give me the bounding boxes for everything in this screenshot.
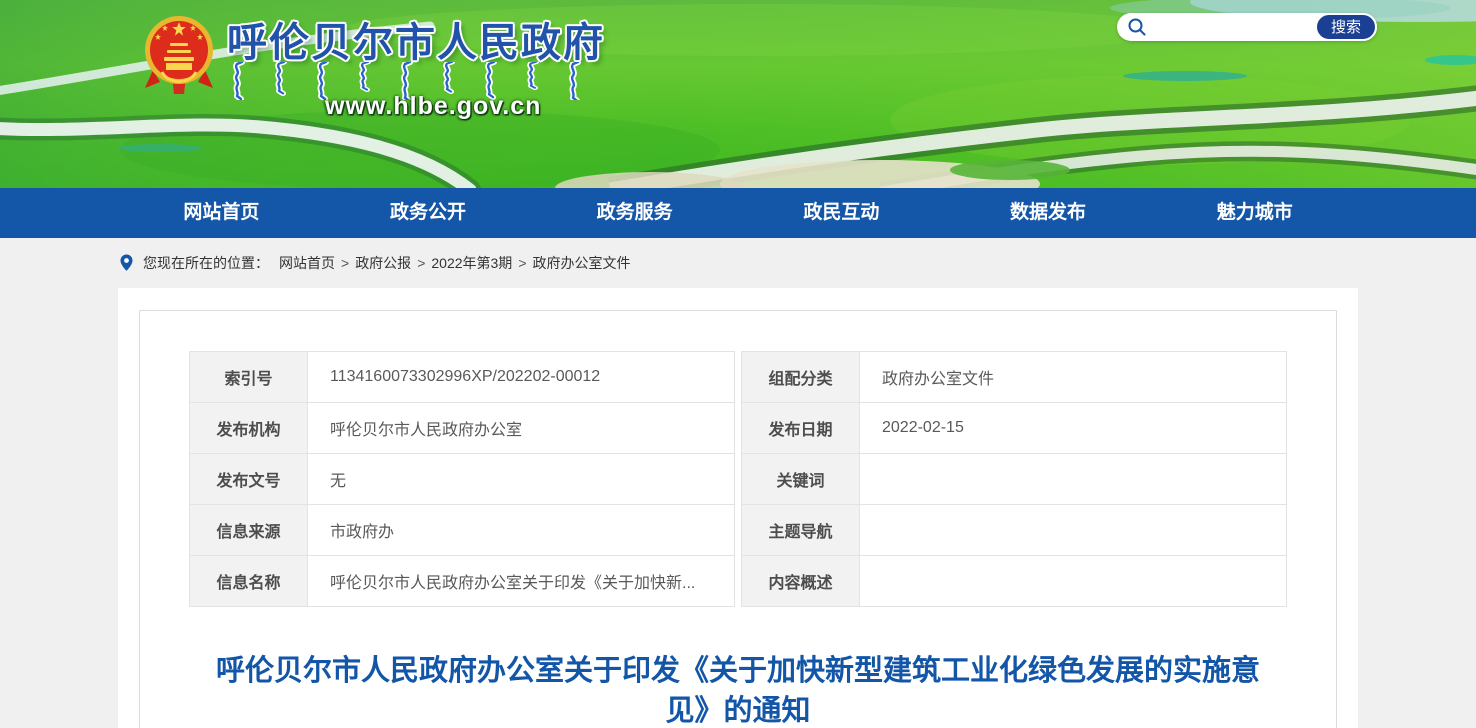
meta-label-document-number: 发布文号 — [190, 454, 308, 505]
metadata-table-left: 索引号 1134160073302996XP/202202-00012 发布机构… — [189, 351, 735, 607]
meta-value-content-summary — [860, 556, 1287, 607]
search-input[interactable] — [1147, 15, 1315, 39]
meta-label-topic-nav: 主题导航 — [742, 505, 860, 556]
meta-value-category: 政府办公室文件 — [860, 352, 1287, 403]
site-banner: 呼伦贝尔市人民政府 www.hlbe.gov.cn 搜索 — [0, 0, 1476, 188]
meta-label-index-number: 索引号 — [190, 352, 308, 403]
breadcrumb-link-issue[interactable]: 2022年第3期 — [431, 253, 512, 273]
breadcrumb-strip: 您现在所在的位置： 网站首页 > 政府公报 > 2022年第3期 > 政府办公室… — [0, 238, 1476, 288]
search-button[interactable]: 搜索 — [1315, 13, 1377, 41]
site-title: 呼伦贝尔市人民政府 — [227, 10, 605, 68]
nav-item-gov-disclosure[interactable]: 政务公开 — [325, 188, 532, 238]
metadata-table: 索引号 1134160073302996XP/202202-00012 发布机构… — [189, 351, 1287, 607]
nav-item-gov-services[interactable]: 政务服务 — [531, 188, 738, 238]
meta-value-publish-date: 2022-02-15 — [860, 403, 1287, 454]
table-row: 发布日期 2022-02-15 — [742, 403, 1287, 454]
nav-item-city-charm[interactable]: 魅力城市 — [1151, 188, 1358, 238]
meta-value-keywords — [860, 454, 1287, 505]
nav-item-home[interactable]: 网站首页 — [118, 188, 325, 238]
document-panel: 索引号 1134160073302996XP/202202-00012 发布机构… — [139, 310, 1337, 728]
breadcrumb-separator: > — [417, 255, 425, 271]
meta-label-publish-date: 发布日期 — [742, 403, 860, 454]
content-card: 索引号 1134160073302996XP/202202-00012 发布机构… — [118, 288, 1358, 728]
breadcrumb-link-category[interactable]: 政府办公室文件 — [533, 253, 631, 273]
national-emblem-icon — [143, 14, 215, 96]
meta-value-issuing-agency: 呼伦贝尔市人民政府办公室 — [308, 403, 735, 454]
site-logo-home-link[interactable]: 呼伦贝尔市人民政府 www.hlbe.gov.cn — [143, 10, 613, 120]
table-row: 信息名称 呼伦贝尔市人民政府办公室关于印发《关于加快新... — [190, 556, 735, 607]
nav-item-data-release[interactable]: 数据发布 — [945, 188, 1152, 238]
meta-label-content-summary: 内容概述 — [742, 556, 860, 607]
table-row: 组配分类 政府办公室文件 — [742, 352, 1287, 403]
table-row: 内容概述 — [742, 556, 1287, 607]
search-box: 搜索 — [1117, 13, 1377, 41]
meta-label-category: 组配分类 — [742, 352, 860, 403]
table-row: 发布文号 无 — [190, 454, 735, 505]
meta-value-info-source: 市政府办 — [308, 505, 735, 556]
breadcrumb-link-gazette[interactable]: 政府公报 — [355, 253, 411, 273]
location-pin-icon — [118, 252, 135, 274]
nav-item-public-interaction[interactable]: 政民互动 — [738, 188, 945, 238]
breadcrumb: 您现在所在的位置： 网站首页 > 政府公报 > 2022年第3期 > 政府办公室… — [118, 238, 1358, 288]
site-url: www.hlbe.gov.cn — [325, 92, 541, 121]
document-title: 呼伦贝尔市人民政府办公室关于印发《关于加快新型建筑工业化绿色发展的实施意见》的通… — [208, 651, 1268, 728]
meta-value-topic-nav — [860, 505, 1287, 556]
meta-value-index-number: 1134160073302996XP/202202-00012 — [308, 352, 735, 403]
breadcrumb-separator: > — [341, 255, 349, 271]
metadata-table-right: 组配分类 政府办公室文件 发布日期 2022-02-15 关键词 主题导航 内容… — [741, 351, 1287, 607]
table-row: 信息来源 市政府办 — [190, 505, 735, 556]
table-row: 发布机构 呼伦贝尔市人民政府办公室 — [190, 403, 735, 454]
table-row: 关键词 — [742, 454, 1287, 505]
meta-value-document-number: 无 — [308, 454, 735, 505]
search-icon — [1127, 17, 1147, 37]
meta-label-info-name: 信息名称 — [190, 556, 308, 607]
breadcrumb-separator: > — [518, 255, 526, 271]
meta-value-info-name: 呼伦贝尔市人民政府办公室关于印发《关于加快新... — [308, 556, 735, 607]
meta-label-info-source: 信息来源 — [190, 505, 308, 556]
breadcrumb-link-home[interactable]: 网站首页 — [279, 253, 335, 273]
table-row: 主题导航 — [742, 505, 1287, 556]
table-row: 索引号 1134160073302996XP/202202-00012 — [190, 352, 735, 403]
breadcrumb-prefix: 您现在所在的位置： — [143, 253, 269, 273]
main-nav: 网站首页 政务公开 政务服务 政民互动 数据发布 魅力城市 — [0, 188, 1476, 238]
meta-label-issuing-agency: 发布机构 — [190, 403, 308, 454]
meta-label-keywords: 关键词 — [742, 454, 860, 505]
